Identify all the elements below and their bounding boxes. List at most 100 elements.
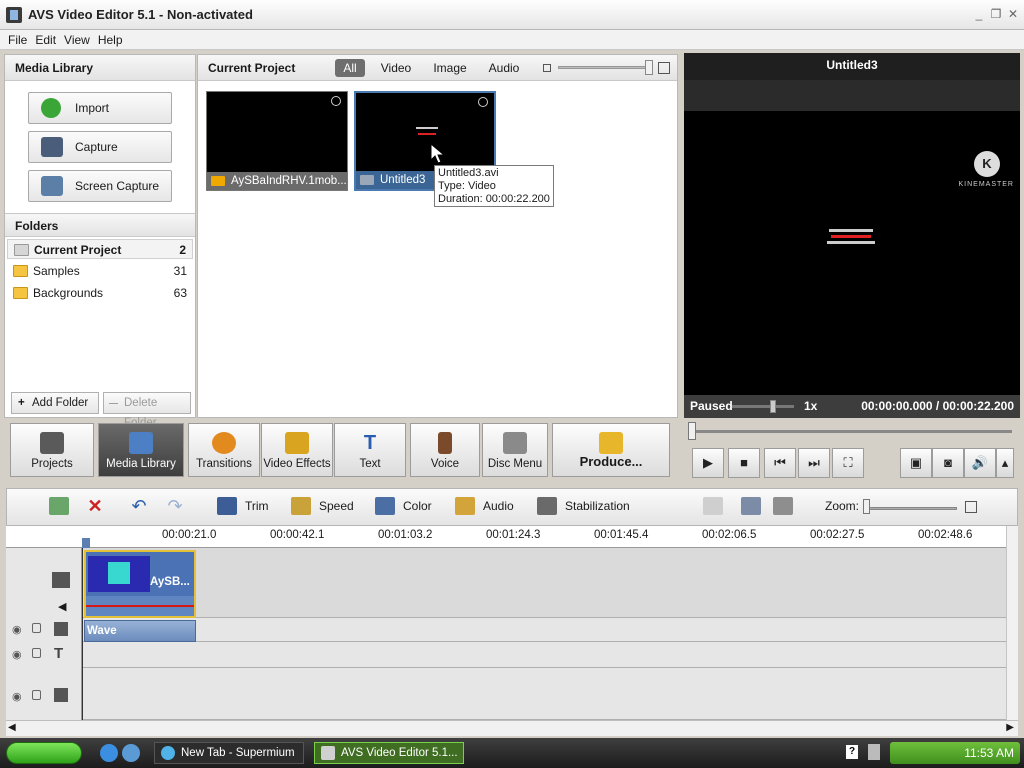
eye-icon[interactable]: ◉: [12, 623, 22, 636]
play-button[interactable]: ▶: [692, 448, 724, 478]
folder-samples[interactable]: Samples 31: [7, 261, 193, 281]
speed-button[interactable]: Speed: [319, 499, 354, 513]
folders-title: Folders: [5, 213, 195, 237]
folder-current-project[interactable]: Current Project 2: [7, 239, 193, 259]
menu-file[interactable]: File: [8, 33, 27, 47]
system-tray: 11:53 AM: [890, 742, 1020, 764]
text-track: [6, 642, 1006, 668]
timeline-ruler[interactable]: 00:00:21.0 00:00:42.1 00:01:03.2 00:01:2…: [6, 526, 1006, 548]
help-icon[interactable]: ?: [846, 745, 858, 759]
undo-icon[interactable]: ↶: [129, 497, 149, 515]
volume-line[interactable]: [86, 605, 194, 607]
trim-button[interactable]: Trim: [245, 499, 269, 513]
tray-expand-icon[interactable]: [868, 744, 880, 760]
seek-thumb[interactable]: [688, 422, 696, 440]
voice-button[interactable]: Voice: [410, 423, 480, 477]
project-title: Current Project: [208, 61, 296, 75]
media-library-button[interactable]: Media Library: [98, 423, 184, 477]
scroll-left-icon[interactable]: ◀: [8, 722, 16, 733]
import-button[interactable]: Import: [28, 92, 172, 124]
playhead-marker[interactable]: [82, 538, 90, 548]
zoom-slider[interactable]: [865, 507, 957, 510]
slider-thumb[interactable]: [645, 60, 653, 75]
previous-frame-button[interactable]: ⏮: [764, 448, 796, 478]
screen-capture-button[interactable]: Screen Capture: [28, 170, 172, 202]
filter-all[interactable]: All: [335, 59, 365, 77]
audio-button[interactable]: Audio: [483, 499, 514, 513]
menu-help[interactable]: Help: [98, 33, 123, 47]
mute-icon[interactable]: ◀: [58, 600, 66, 613]
snapshot-button[interactable]: ◙: [932, 448, 964, 478]
minimize-icon[interactable]: _: [972, 7, 986, 21]
thumb-caption-line: [418, 133, 436, 135]
eye-icon[interactable]: ◉: [12, 690, 22, 703]
seek-bar[interactable]: [688, 430, 1012, 433]
filter-audio[interactable]: Audio: [486, 59, 522, 77]
video-effects-icon: [285, 432, 309, 454]
filter-image[interactable]: Image: [430, 59, 470, 77]
maximize-icon[interactable]: ❐: [989, 7, 1003, 21]
timeline-view-icon[interactable]: [49, 497, 69, 515]
delete-icon[interactable]: ✕: [85, 497, 105, 515]
zoom-slider-thumb[interactable]: [863, 499, 870, 514]
audio-track-header: ◉: [6, 668, 82, 720]
monitor-toggle-button[interactable]: ▣: [900, 448, 932, 478]
lock-icon[interactable]: [32, 690, 41, 700]
playback-time: 00:00:00.000 / 00:00:22.200: [861, 399, 1014, 413]
filter-video[interactable]: Video: [378, 59, 414, 77]
projects-button[interactable]: Projects: [10, 423, 94, 477]
split-icon[interactable]: [703, 497, 723, 515]
small-thumb-icon[interactable]: [543, 64, 551, 72]
fit-zoom-icon[interactable]: [965, 501, 977, 513]
delete-folder-button[interactable]: Delete Folder: [103, 392, 191, 429]
capture-button[interactable]: Capture: [28, 131, 172, 163]
menu-edit[interactable]: Edit: [35, 33, 56, 47]
record-icon[interactable]: [741, 497, 761, 515]
scroll-right-icon[interactable]: ▶: [1006, 722, 1014, 733]
task-new-tab[interactable]: New Tab - Supermium: [154, 742, 304, 764]
task-avs-editor[interactable]: AVS Video Editor 5.1...: [314, 742, 464, 764]
disc-menu-button[interactable]: Disc Menu: [482, 423, 548, 477]
start-button[interactable]: [6, 742, 82, 764]
title-bar: AVS Video Editor 5.1 - Non-activated _ ❐…: [0, 0, 1024, 30]
timeline-tracks: ◀ ◉ ◉ T ◉ AySB... Wave: [6, 548, 1006, 720]
storyboard-view-icon[interactable]: [773, 497, 793, 515]
timeline-effect-clip[interactable]: Wave: [84, 620, 196, 642]
produce-button[interactable]: Produce...: [552, 423, 670, 477]
stabilization-button[interactable]: Stabilization: [565, 499, 630, 513]
ruler-tick: 00:02:27.5: [810, 529, 865, 541]
clock[interactable]: 11:53 AM: [964, 746, 1014, 760]
close-icon[interactable]: ✕: [1006, 7, 1020, 21]
video-effects-button[interactable]: Video Effects: [261, 423, 333, 477]
browser-quicklaunch-icon[interactable]: [100, 744, 118, 762]
speed-slider-thumb[interactable]: [770, 400, 776, 413]
preview-screen[interactable]: K KINEMASTER: [684, 111, 1020, 417]
fullscreen-button[interactable]: ⛶: [832, 448, 864, 478]
add-folder-button[interactable]: Add Folder: [11, 392, 99, 414]
menu-view[interactable]: View: [64, 33, 90, 47]
timeline-video-clip[interactable]: AySB...: [84, 550, 196, 618]
stop-button[interactable]: ■: [728, 448, 760, 478]
next-frame-button[interactable]: ⏭: [798, 448, 830, 478]
transitions-button[interactable]: Transitions: [188, 423, 260, 477]
eye-icon[interactable]: ◉: [12, 648, 22, 661]
timeline-clip-label: AySB...: [150, 576, 190, 588]
thumbnail-size-slider[interactable]: [558, 66, 650, 69]
lock-icon[interactable]: [32, 623, 41, 633]
speed-slider[interactable]: [732, 405, 794, 408]
color-button[interactable]: Color: [403, 499, 432, 513]
playhead-line[interactable]: [82, 548, 83, 720]
volume-dropdown-button[interactable]: ▴: [996, 448, 1014, 478]
redo-icon[interactable]: ↷: [165, 497, 185, 515]
folder-backgrounds[interactable]: Backgrounds 63: [7, 283, 193, 303]
effects-track-header: ◉: [6, 618, 82, 642]
preview-title: Untitled3: [684, 53, 1020, 80]
text-button[interactable]: T Text: [334, 423, 406, 477]
volume-button[interactable]: 🔊: [964, 448, 996, 478]
lock-icon[interactable]: [32, 648, 41, 658]
explorer-quicklaunch-icon[interactable]: [122, 744, 140, 762]
large-thumb-icon[interactable]: [658, 62, 670, 74]
horizontal-scrollbar[interactable]: ◀ ▶: [6, 720, 1018, 736]
vertical-scrollbar[interactable]: [1006, 526, 1018, 720]
media-clip[interactable]: AySBaIndRHV.1mob...: [206, 91, 348, 191]
